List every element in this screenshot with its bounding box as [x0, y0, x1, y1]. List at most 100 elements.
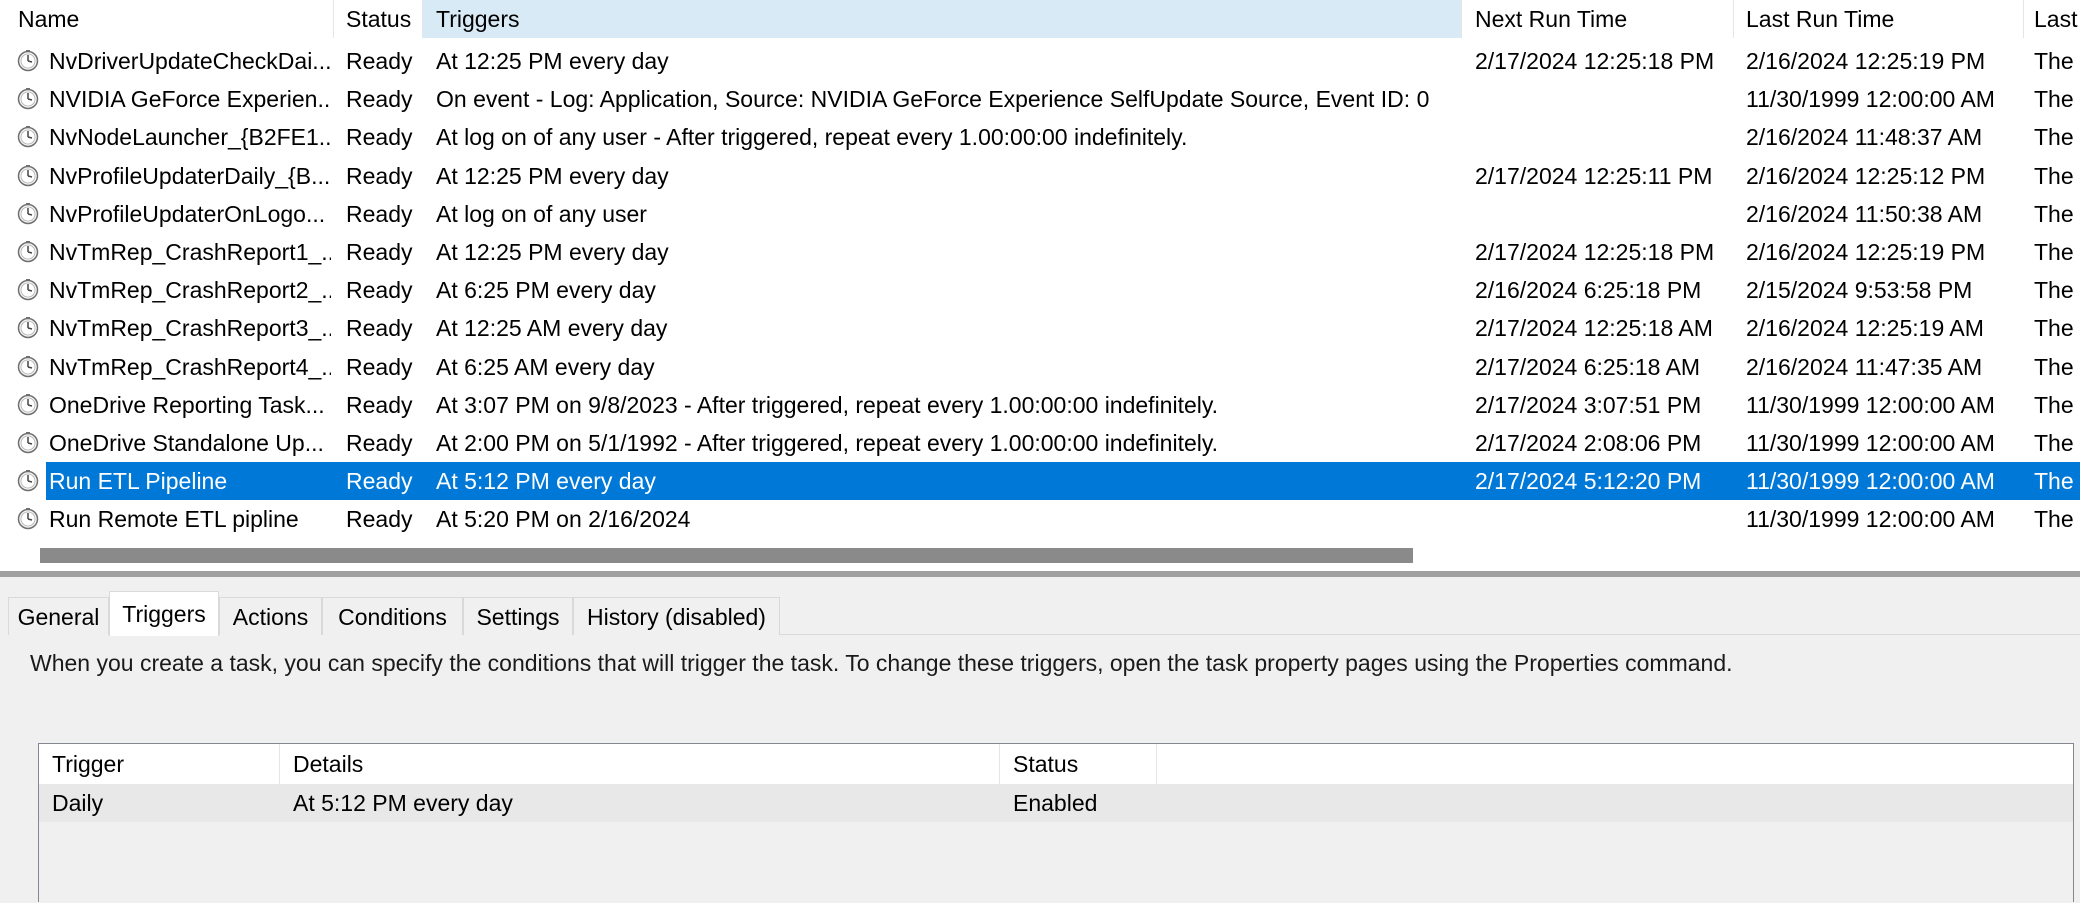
tab-history[interactable]: History (disabled): [573, 597, 780, 635]
cell-status: Ready: [346, 86, 413, 112]
cell-next-run: [1475, 195, 1733, 233]
table-row[interactable]: NvTmRep_CrashReport1_... Ready At 12:25 PM…: [0, 233, 2080, 271]
cell-triggers: At 12:25 AM every day: [436, 315, 668, 341]
cell-last-run: 11/30/1999 12:00:00 AM: [1746, 468, 1995, 494]
clock-task-icon: [17, 356, 39, 378]
tab-general[interactable]: General: [8, 597, 109, 635]
table-row[interactable]: NvProfileUpdaterDaily_{B... Ready At 12:25…: [0, 157, 2080, 195]
cell-next-run: 2/16/2024 6:25:18 PM: [1475, 277, 1702, 303]
trigger-row[interactable]: Daily At 5:12 PM every day Enabled: [39, 784, 2073, 822]
cell-triggers: At 6:25 AM every day: [436, 354, 655, 380]
cell-last-result: The: [2034, 277, 2074, 303]
cell-last-result: The: [2034, 354, 2074, 380]
cell-next-run: 2/17/2024 2:08:06 PM: [1475, 430, 1702, 456]
cell-next-run: 2/17/2024 12:25:18 PM: [1475, 239, 1715, 265]
cell-next-run: 2/17/2024 3:07:51 PM: [1475, 392, 1702, 418]
cell-status: Ready: [346, 315, 413, 341]
trigger-type: Daily: [52, 790, 104, 816]
triggers-description: When you create a task, you can specify …: [30, 650, 1733, 676]
cell-last-run: 11/30/1999 12:00:00 AM: [1746, 506, 1995, 532]
cell-name: OneDrive Standalone Up...: [49, 430, 324, 456]
cell-triggers: At 5:12 PM every day: [436, 468, 656, 494]
tab-conditions[interactable]: Conditions: [322, 597, 463, 635]
clock-task-icon: [17, 432, 39, 454]
cell-status: Ready: [346, 392, 413, 418]
cell-last-run: 11/30/1999 12:00:00 AM: [1746, 430, 1995, 456]
cell-last-result: The: [2034, 239, 2074, 265]
cell-name: Run Remote ETL pipline: [49, 506, 299, 532]
column-header-name[interactable]: Name: [0, 0, 334, 38]
cell-last-run: 2/16/2024 12:25:19 AM: [1746, 315, 1984, 341]
column-header-last-run-time[interactable]: Last Run Time: [1734, 0, 2024, 38]
cell-last-result: The: [2034, 86, 2074, 112]
triggers-column-details[interactable]: Details: [280, 744, 1000, 784]
cell-triggers: At 6:25 PM every day: [436, 277, 656, 303]
cell-status: Ready: [346, 506, 413, 532]
cell-status: Ready: [346, 468, 413, 494]
cell-name: NvDriverUpdateCheckDai...: [49, 48, 331, 74]
table-row[interactable]: OneDrive Standalone Up... Ready At 2:00 PM…: [0, 424, 2080, 462]
cell-name: NvTmRep_CrashReport3_...: [49, 315, 331, 341]
cell-last-result: The: [2034, 468, 2074, 494]
task-list-header: Name Status Triggers Next Run Time Last …: [0, 0, 2080, 38]
cell-status: Ready: [346, 354, 413, 380]
table-row[interactable]: NvTmRep_CrashReport3_... Ready At 12:25 AM…: [0, 309, 2080, 347]
cell-last-result: The: [2034, 430, 2074, 456]
clock-task-icon: [17, 394, 39, 416]
cell-last-result: The: [2034, 506, 2074, 532]
cell-last-result: The: [2034, 48, 2074, 74]
column-header-last-run-result[interactable]: Last: [2024, 0, 2080, 38]
task-detail-pane: General Triggers Actions Conditions Sett…: [0, 577, 2080, 903]
cell-triggers: At 2:00 PM on 5/1/1992 - After triggered…: [436, 430, 1219, 456]
triggers-column-trigger[interactable]: Trigger: [39, 744, 280, 784]
table-row[interactable]: Run ETL Pipeline Ready At 5:12 PM every da…: [0, 462, 2080, 500]
column-header-triggers[interactable]: Triggers: [423, 0, 1462, 38]
triggers-column-status[interactable]: Status: [1000, 744, 1157, 784]
triggers-table-header: Trigger Details Status: [39, 744, 2073, 784]
cell-last-run: 2/16/2024 11:48:37 AM: [1746, 124, 1983, 150]
table-row[interactable]: NvTmRep_CrashReport4_... Ready At 6:25 AM …: [0, 348, 2080, 386]
clock-task-icon: [17, 50, 39, 72]
horizontal-scrollbar[interactable]: [0, 544, 2080, 567]
horizontal-scrollbar-thumb[interactable]: [40, 548, 1413, 563]
cell-last-run: 2/16/2024 11:47:35 AM: [1746, 354, 1983, 380]
cell-status: Ready: [346, 277, 413, 303]
cell-last-run: 2/16/2024 11:50:38 AM: [1746, 201, 1983, 227]
cell-next-run: 2/17/2024 6:25:18 AM: [1475, 354, 1701, 380]
cell-name: NvProfileUpdaterDaily_{B...: [49, 163, 331, 189]
clock-task-icon: [17, 317, 39, 339]
cell-last-run: 2/16/2024 12:25:12 PM: [1746, 163, 1986, 189]
clock-task-icon: [17, 203, 39, 225]
tab-triggers[interactable]: Triggers: [109, 591, 219, 636]
clock-task-icon: [17, 470, 39, 492]
cell-name: NvTmRep_CrashReport2_...: [49, 277, 331, 303]
tab-settings[interactable]: Settings: [463, 597, 573, 635]
cell-name: OneDrive Reporting Task...: [49, 392, 325, 418]
cell-status: Ready: [346, 163, 413, 189]
table-row[interactable]: NVIDIA GeForce Experien... Ready On event …: [0, 80, 2080, 118]
cell-triggers: At 12:25 PM every day: [436, 239, 669, 265]
cell-last-result: The: [2034, 315, 2074, 341]
table-row[interactable]: Run Remote ETL pipline Ready At 5:20 PM on…: [0, 500, 2080, 538]
table-row[interactable]: NvProfileUpdaterOnLogo... Ready At log on …: [0, 195, 2080, 233]
table-row[interactable]: OneDrive Reporting Task... Ready At 3:07 P…: [0, 386, 2080, 424]
tab-actions[interactable]: Actions: [219, 597, 322, 635]
table-row[interactable]: NvDriverUpdateCheckDai... Ready At 12:25 P…: [0, 42, 2080, 80]
column-header-status[interactable]: Status: [334, 0, 423, 38]
triggers-table: Trigger Details Status Daily At 5:12 PM …: [38, 743, 2074, 902]
clock-task-icon: [17, 165, 39, 187]
task-list-pane: Name Status Triggers Next Run Time Last …: [0, 0, 2080, 573]
cell-name: NVIDIA GeForce Experien...: [49, 86, 331, 112]
column-header-next-run-time[interactable]: Next Run Time: [1462, 0, 1734, 38]
cell-last-run: 2/16/2024 12:25:19 PM: [1746, 48, 1986, 74]
cell-status: Ready: [346, 239, 413, 265]
table-row[interactable]: NvNodeLauncher_{B2FE1... Ready At log on o…: [0, 118, 2080, 156]
cell-status: Ready: [346, 201, 413, 227]
cell-name: Run ETL Pipeline: [49, 468, 228, 494]
cell-triggers: At 12:25 PM every day: [436, 163, 669, 189]
cell-name: NvProfileUpdaterOnLogo...: [49, 201, 326, 227]
cell-last-run: 11/30/1999 12:00:00 AM: [1746, 86, 1995, 112]
table-row[interactable]: NvTmRep_CrashReport2_... Ready At 6:25 PM …: [0, 271, 2080, 309]
cell-triggers: At log on of any user - After triggered,…: [436, 124, 1188, 150]
cell-name: NvTmRep_CrashReport4_...: [49, 354, 331, 380]
